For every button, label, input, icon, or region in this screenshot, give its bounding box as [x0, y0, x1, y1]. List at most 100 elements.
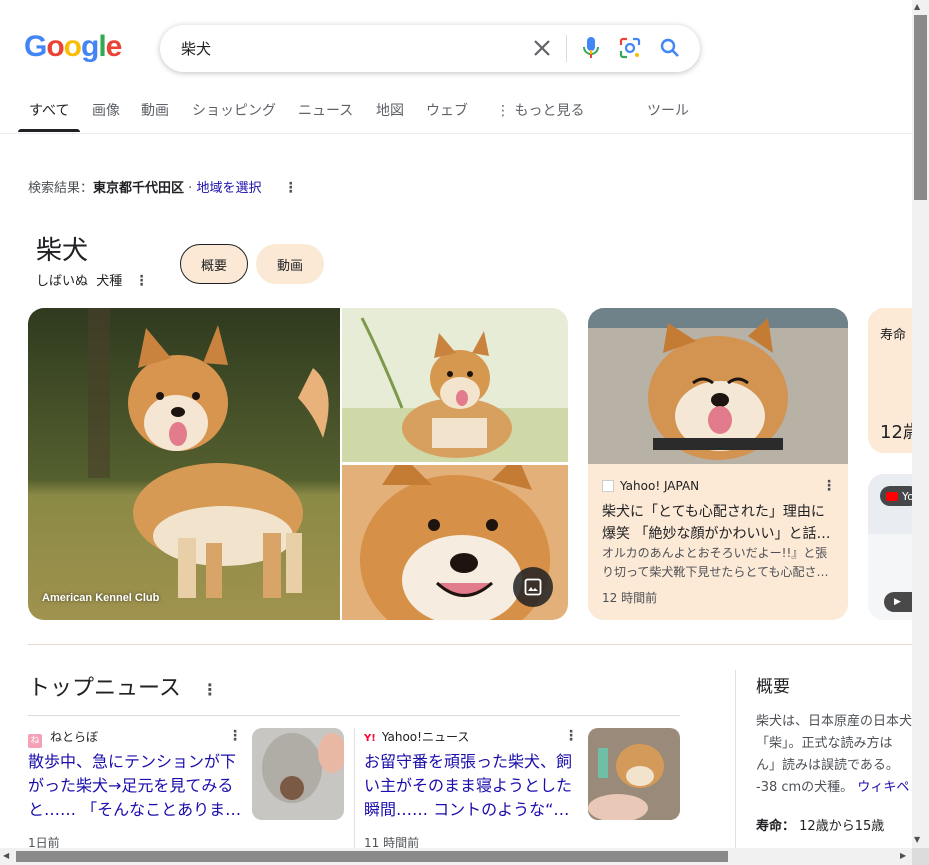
- overview-line: 柴犬は、日本原産の日本犬: [756, 714, 912, 729]
- kp-main-image[interactable]: American Kennel Club: [28, 308, 340, 620]
- youtube-icon: [886, 491, 898, 501]
- overview-divider: [735, 670, 736, 848]
- chip-overview[interactable]: 概要: [180, 244, 248, 284]
- location-prefix: 検索結果：: [28, 181, 94, 196]
- location-more-icon[interactable]: ⋮: [284, 180, 298, 196]
- news-thumbnail[interactable]: [252, 728, 344, 820]
- header-divider: [0, 133, 912, 134]
- tab-shopping[interactable]: ショッピング: [192, 100, 276, 120]
- scroll-left-icon[interactable]: ◀: [3, 851, 9, 860]
- overview-lifespan: 寿命： 12歳から15歳: [756, 815, 884, 834]
- news-source-name: ねとらぼ: [50, 730, 99, 744]
- logo-letter: g: [81, 30, 99, 63]
- tab-tools[interactable]: ツール: [647, 100, 689, 120]
- article-time: 12 時間前: [602, 591, 658, 605]
- more-vert-icon: ⋮: [496, 103, 510, 119]
- search-divider: [566, 35, 567, 62]
- logo-letter: G: [24, 30, 47, 63]
- scroll-up-icon[interactable]: ▲: [914, 2, 920, 11]
- news-column-divider: [354, 728, 355, 848]
- overview-line: 「柴」。正式な読み方は: [756, 736, 893, 751]
- logo-letter: o: [46, 30, 64, 63]
- news-thumbnail[interactable]: [588, 728, 680, 820]
- location-place: 東京都千代田区: [93, 181, 185, 196]
- video-source-badge: Yo: [880, 486, 912, 506]
- news-more-icon[interactable]: ⋮: [564, 728, 578, 744]
- lens-camera-icon[interactable]: [618, 36, 642, 60]
- search-icon[interactable]: [658, 36, 682, 60]
- horizontal-scroll-thumb[interactable]: [16, 851, 728, 862]
- kp-image-3[interactable]: [342, 465, 568, 620]
- top-news-title: トップニュース: [28, 676, 181, 701]
- search-input[interactable]: 柴犬: [181, 38, 211, 59]
- scrollbar-corner: [912, 848, 929, 865]
- news-title[interactable]: お留守番を頑張った柴犬、飼い主がそのまま寝ようとした瞬間…… コントのような“…: [364, 750, 578, 822]
- news-title[interactable]: 散歩中、急にテンションが下がった柴犬→足元を見てみると…… 「そんなことありま…: [28, 750, 242, 822]
- tab-all[interactable]: すべて: [29, 100, 69, 120]
- news-source-name: Yahoo!ニュース: [381, 730, 470, 744]
- article-snippet: オルカのあんよとおそろいだよー!!』と張り切って柴犬靴下見せたらとても心配さ…: [602, 546, 829, 579]
- location-line: 検索結果：東京都千代田区 · 地域を選択 ⋮: [28, 177, 298, 196]
- lifespan-card[interactable]: 寿命 12歳: [868, 308, 912, 453]
- article-source: Yahoo! JAPAN: [602, 479, 699, 493]
- active-tab-indicator: [18, 129, 80, 132]
- overview-line: -38 cmの犬種。: [756, 780, 854, 795]
- choose-region-link[interactable]: 地域を選択: [196, 181, 261, 196]
- logo-letter: e: [105, 30, 123, 63]
- news-item[interactable]: ねねとらぼ ⋮ 散歩中、急にテンションが下がった柴犬→足元を見てみると…… 「そ…: [28, 728, 344, 850]
- scroll-down-icon[interactable]: ▼: [914, 835, 920, 844]
- article-image[interactable]: [588, 308, 848, 464]
- tab-web[interactable]: ウェブ: [426, 100, 468, 120]
- article-more-icon[interactable]: ⋮: [822, 478, 836, 494]
- lifespan-card-value: 12歳: [880, 422, 912, 443]
- tab-videos[interactable]: 動画: [141, 100, 169, 120]
- search-tabs: すべて 画像 動画 ショッピング ニュース 地図 ウェブ ⋮ もっと見る ツール: [18, 100, 898, 134]
- video-source-name: Yo: [902, 489, 912, 503]
- tab-more[interactable]: ⋮ もっと見る: [496, 100, 584, 120]
- kp-title: 柴犬: [36, 236, 89, 266]
- top-news-more-icon[interactable]: ⋮: [202, 680, 218, 699]
- overview-lifespan-value: 12歳から15歳: [799, 819, 885, 834]
- kp-more-icon[interactable]: ⋮: [134, 273, 148, 289]
- chip-videos[interactable]: 動画: [256, 244, 324, 284]
- article-source-name: Yahoo! JAPAN: [620, 479, 700, 493]
- section-divider: [28, 644, 912, 645]
- microphone-icon[interactable]: [579, 36, 603, 60]
- video-card[interactable]: Yo ▶: [868, 474, 912, 620]
- kp-category: 犬種: [96, 274, 123, 289]
- news-item[interactable]: Y! Yahoo!ニュース ⋮ お留守番を頑張った柴犬、飼い主がそのまま寝ようとし…: [364, 728, 680, 850]
- article-title[interactable]: 柴犬に「とても心配された」理由に爆笑 「絶妙な顔がかわいい」と話…: [602, 501, 838, 545]
- overview-line: ん」読みは誤読である。: [756, 758, 899, 773]
- overview-text: 柴犬は、日本原産の日本犬 「柴」。正式な読み方は ん」読みは誤読である。 -38…: [756, 711, 912, 799]
- article-card[interactable]: Yahoo! JAPAN ⋮ 柴犬に「とても心配された」理由に爆笑 「絶妙な顔が…: [588, 464, 848, 620]
- netorabo-favicon-icon: ね: [28, 734, 42, 748]
- play-icon[interactable]: ▶: [884, 592, 912, 612]
- lifespan-card-label: 寿命: [880, 328, 907, 343]
- news-source: ねねとらぼ: [28, 728, 98, 748]
- kp-reading: しばいぬ: [36, 274, 89, 289]
- image-source-caption: American Kennel Club: [42, 592, 160, 604]
- vertical-scroll-thumb[interactable]: [914, 15, 927, 200]
- image-gallery-icon[interactable]: [513, 567, 553, 607]
- tab-images[interactable]: 画像: [92, 100, 120, 120]
- tab-maps[interactable]: 地図: [376, 100, 404, 120]
- kp-subtitle: しばいぬ 犬種 ⋮: [36, 270, 148, 289]
- clear-icon[interactable]: [530, 36, 554, 60]
- tab-more-label: もっと見る: [514, 103, 585, 119]
- top-news-heading: トップニュース ⋮: [28, 670, 218, 702]
- news-source: Y! Yahoo!ニュース: [364, 728, 469, 745]
- location-separator: ·: [184, 181, 197, 196]
- scroll-right-icon[interactable]: ▶: [900, 851, 906, 860]
- yahoo-news-favicon-icon: Y!: [364, 733, 376, 744]
- kp-image-2[interactable]: [342, 308, 568, 462]
- overview-lifespan-label: 寿命：: [756, 819, 796, 834]
- tab-news[interactable]: ニュース: [298, 100, 353, 120]
- news-divider: [28, 715, 680, 716]
- search-box[interactable]: 柴犬: [160, 25, 700, 72]
- wikipedia-link[interactable]: ウィキペ: [857, 780, 909, 795]
- logo-letter: o: [63, 30, 82, 63]
- google-logo[interactable]: Google: [24, 30, 123, 64]
- overview-title: 概要: [756, 677, 790, 697]
- source-favicon-icon: [602, 480, 614, 492]
- news-more-icon[interactable]: ⋮: [228, 728, 242, 744]
